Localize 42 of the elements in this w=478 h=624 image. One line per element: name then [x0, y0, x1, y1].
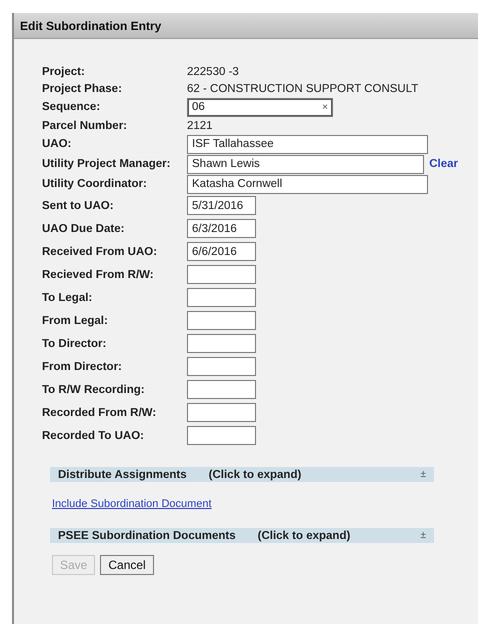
field-label: Project: [42, 66, 86, 78]
field-value: 222530 -3 [187, 66, 239, 78]
section-header[interactable]: PSEE Subordination Documents (Click to expand) ± [50, 528, 434, 543]
window-title: Edit Subordination Entry [14, 13, 478, 39]
field-label: Recorded From R/W: [42, 406, 158, 418]
input-field[interactable] [187, 380, 256, 399]
field-value: 2121 [187, 120, 213, 132]
input-field[interactable]: ISF Tallahassee [187, 134, 428, 154]
input-field[interactable] [187, 334, 256, 353]
combo-field[interactable]: 06 × [187, 98, 333, 116]
input-field[interactable] [187, 426, 256, 445]
field-label: Sequence: [42, 101, 102, 113]
cancel-button[interactable]: Cancel [100, 555, 154, 575]
input-field[interactable]: 6/3/2016 [187, 219, 256, 238]
clear-link[interactable]: Clear [429, 158, 458, 170]
field-label: Received From UAO: [42, 246, 158, 258]
field-label: Sent to UAO: [42, 200, 115, 212]
field-label: Utility Coordinator: [42, 178, 148, 190]
field-label: Utility Project Manager: [42, 158, 172, 170]
input-field[interactable]: 6/6/2016 [187, 242, 256, 261]
input-field[interactable]: 5/31/2016 [187, 196, 256, 215]
field-label: From Director: [42, 360, 123, 372]
field-label: Recieved From R/W: [42, 268, 155, 280]
input-field[interactable] [187, 357, 256, 376]
field-label: UAO: [42, 138, 72, 150]
input-field[interactable] [187, 265, 256, 284]
field-label: Recorded To UAO: [42, 430, 146, 442]
input-field[interactable] [187, 311, 256, 330]
input-field[interactable] [187, 288, 256, 307]
field-label: From Legal: [42, 314, 109, 326]
document-link[interactable]: Include Subordination Document [52, 498, 212, 510]
input-field[interactable]: Shawn Lewis [187, 154, 424, 174]
field-value: 62 - CONSTRUCTION SUPPORT CONSULT [187, 82, 418, 94]
field-label: To Legal: [42, 292, 94, 304]
field-label: To R/W Recording: [42, 384, 146, 396]
field-label: Parcel Number: [42, 120, 128, 132]
field-label: Project Phase: [42, 82, 123, 94]
section-header[interactable]: Distribute Assignments (Click to expand) ± [50, 467, 434, 482]
field-label: To Director: [42, 338, 108, 350]
field-label: UAO Due Date: [42, 222, 126, 234]
input-field[interactable]: Katasha Cornwell [187, 174, 428, 194]
input-field[interactable] [187, 403, 256, 422]
